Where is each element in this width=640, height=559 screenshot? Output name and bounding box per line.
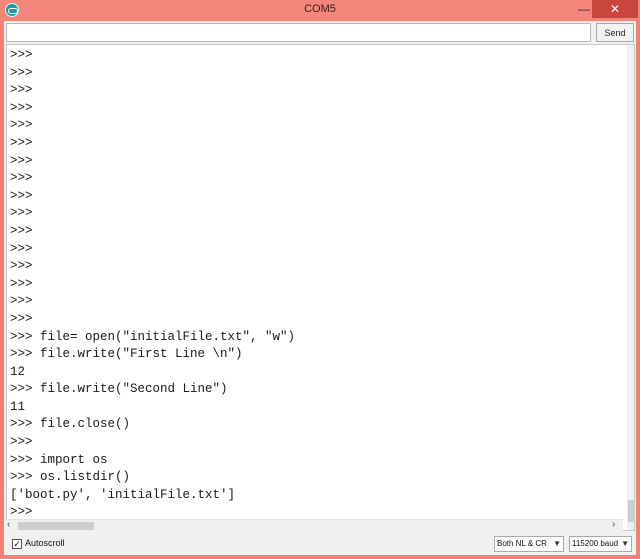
baud-rate-select[interactable]: 115200 baud ▼	[569, 536, 632, 552]
console-line: >>>	[10, 259, 33, 274]
vertical-scrollbar[interactable]	[627, 45, 634, 530]
baud-rate-value: 115200 baud	[572, 539, 619, 548]
console-lines: >>> >>> >>> >>> >>> >>> >>> >>> >>> >>> >>> >>> >>> >…	[10, 47, 295, 522]
scroll-left-icon[interactable]: ‹	[7, 519, 17, 531]
console-line: >>>	[10, 65, 33, 80]
console-line: >>>	[10, 276, 33, 291]
console-line: >>>	[10, 241, 33, 256]
console-line: 11	[10, 399, 26, 414]
horizontal-scrollbar[interactable]: ‹ ›	[6, 519, 623, 531]
chevron-down-icon: ▼	[553, 539, 561, 548]
console-line: >>>	[10, 135, 33, 150]
vertical-scroll-thumb[interactable]	[628, 500, 634, 522]
console-line: >>>	[10, 100, 33, 115]
console-line: >>>	[10, 153, 33, 168]
console-line: 12	[10, 364, 26, 379]
console-line: >>> file= open("initialFile.txt", "w")	[10, 329, 296, 344]
line-ending-select[interactable]: Both NL & CR ▼	[494, 536, 564, 552]
close-icon[interactable]: ✕	[592, 0, 638, 18]
line-ending-value: Both NL & CR	[497, 539, 547, 548]
console-line: ['boot.py', 'initialFile.txt']	[10, 487, 236, 502]
console-line: >>>	[10, 311, 33, 326]
console-line: >>> file.write("First Line \n")	[10, 347, 243, 362]
console-line: >>> import os	[10, 452, 108, 467]
title-bar[interactable]: COM5 — ✕	[0, 0, 640, 20]
console-line: >>>	[10, 294, 33, 309]
autoscroll-label: Autoscroll	[25, 538, 65, 548]
horizontal-scroll-thumb[interactable]	[18, 522, 94, 530]
console-line: >>>	[10, 118, 33, 133]
footer-bar: ✓ Autoscroll Both NL & CR ▼ 115200 baud …	[4, 533, 636, 555]
console-line: >>>	[10, 223, 33, 238]
serial-send-input[interactable]	[6, 23, 591, 42]
console-line: >>> file.close()	[10, 417, 131, 432]
console-line: >>>	[10, 206, 33, 221]
console-line: >>> os.listdir()	[10, 470, 131, 485]
console-line: >>>	[10, 171, 33, 186]
console-line: >>>	[10, 48, 33, 62]
console-line: >>>	[10, 435, 33, 450]
serial-output-console[interactable]: >>> >>> >>> >>> >>> >>> >>> >>> >>> >>> >>> >>> >>> >…	[6, 44, 635, 531]
console-line: >>>	[10, 83, 33, 98]
window-title: COM5	[304, 3, 336, 15]
serial-monitor-window: COM5 — ✕ Send >>> >>> >>> >>> >>> >>> >>> >>> >>…	[0, 0, 640, 559]
autoscroll-checkbox[interactable]: ✓	[12, 539, 22, 549]
console-line: >>> file.write("Second Line")	[10, 382, 228, 397]
minimize-icon[interactable]: —	[574, 2, 594, 17]
console-line: >>>	[10, 188, 33, 203]
scroll-right-icon[interactable]: ›	[612, 519, 622, 531]
chevron-down-icon: ▼	[621, 539, 629, 548]
send-button[interactable]: Send	[596, 23, 634, 42]
serial-monitor-client: Send >>> >>> >>> >>> >>> >>> >>> >>> >>> >>> >>> >>…	[4, 21, 636, 555]
